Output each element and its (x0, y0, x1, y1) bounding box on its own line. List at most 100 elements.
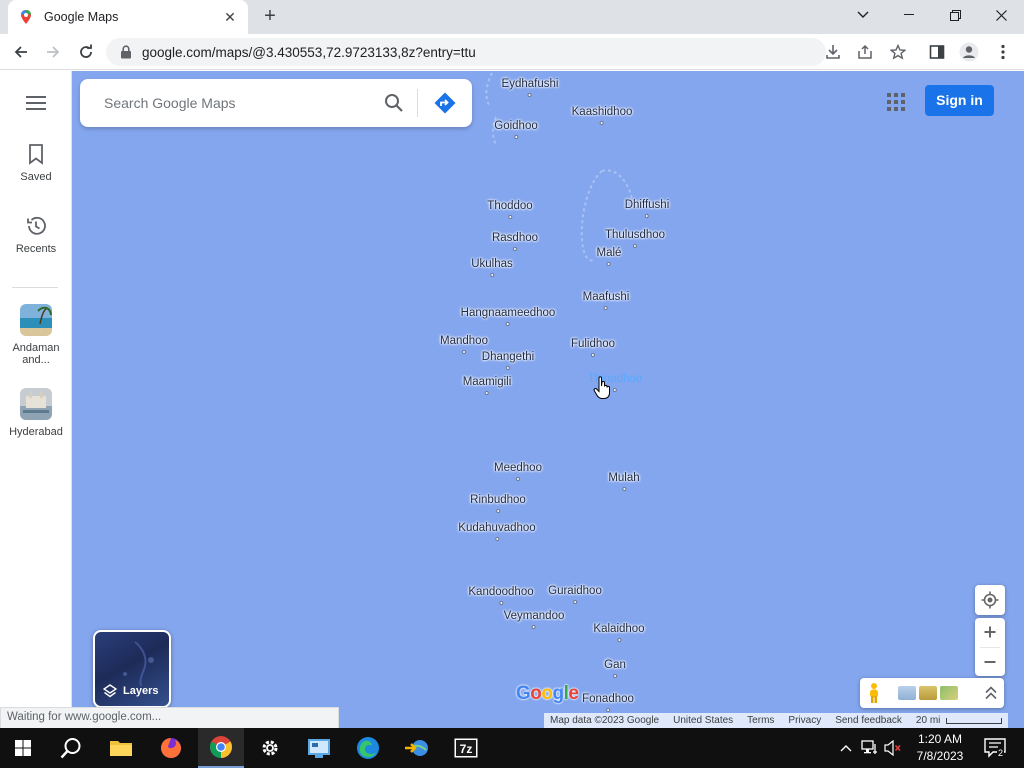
send-feedback-link[interactable]: Send feedback (835, 715, 902, 726)
side-panel-icon (929, 45, 945, 59)
taskbar-search-button[interactable] (48, 728, 94, 768)
my-location-button[interactable] (975, 585, 1005, 615)
settlement-dot (632, 244, 637, 248)
share-button[interactable] (852, 39, 878, 65)
browser-tab-strip: Google Maps ✕ + (0, 0, 1024, 34)
settlement-dot (506, 366, 510, 370)
map-data-credit: Map data ©2023 Google (550, 715, 660, 726)
taskbar-chrome[interactable] (198, 728, 244, 768)
place-label[interactable]: Maamigili (463, 376, 511, 395)
forward-button[interactable] (40, 39, 66, 65)
taskbar-clock[interactable]: 1:20 AM 7/8/2023 (900, 731, 980, 765)
network-icon (861, 740, 877, 754)
place-label[interactable]: Veymandoo (504, 610, 564, 629)
saved-button[interactable]: Saved (0, 143, 72, 183)
place-label[interactable]: Fulidhoo (571, 338, 615, 357)
place-label[interactable]: Dhangethi (482, 351, 534, 370)
place-label[interactable]: Goidhoo (494, 120, 538, 139)
imagery-thumbnail[interactable] (940, 686, 958, 700)
maps-side-rail: Saved Recents Andaman and... Hyderabad (0, 71, 72, 728)
firefox-icon (161, 738, 181, 758)
recents-label: Recents (15, 243, 57, 255)
layers-label-row: Layers (103, 684, 158, 698)
zoom-out-button[interactable] (975, 648, 1005, 677)
place-label[interactable]: Hangnaameedhoo (461, 307, 555, 326)
start-button[interactable] (0, 728, 46, 768)
pegman-icon[interactable] (866, 682, 882, 704)
back-button[interactable] (8, 39, 34, 65)
recent-place-andaman[interactable]: Andaman and... (0, 304, 72, 366)
place-label[interactable]: Rinbudhoo (470, 494, 526, 513)
bookmark-star-button[interactable] (885, 39, 911, 65)
chevron-up-icon[interactable] (985, 686, 997, 700)
place-label[interactable]: Malé (597, 247, 621, 266)
side-panel-button[interactable] (924, 39, 950, 65)
place-label[interactable]: Eydhafushi (502, 78, 558, 97)
taskbar-edge[interactable] (345, 728, 391, 768)
place-label[interactable]: Fonadhoo (582, 693, 634, 712)
google-apps-icon[interactable] (884, 90, 908, 114)
windows-logo-icon (15, 740, 31, 756)
place-label[interactable]: Thulusdhoo (605, 229, 665, 248)
taskbar-network-app[interactable] (394, 728, 440, 768)
notifications-button[interactable]: 2 (980, 728, 1010, 768)
my-location-icon (981, 591, 999, 609)
sign-in-button[interactable]: Sign in (925, 85, 994, 116)
place-label[interactable]: Guraidhoo (548, 585, 602, 604)
taskbar-firefox[interactable] (148, 728, 194, 768)
profile-button[interactable] (956, 39, 982, 65)
directions-button[interactable] (418, 79, 472, 127)
place-label[interactable]: Kudahuvadhoo (458, 522, 536, 541)
notification-count: 2 (997, 748, 1005, 758)
settlement-dot (603, 306, 608, 310)
chrome-menu-button[interactable] (990, 39, 1016, 65)
place-label[interactable]: Dhiffushi (625, 199, 669, 218)
search-button[interactable] (371, 79, 417, 127)
new-tab-button[interactable]: + (258, 5, 282, 29)
taskbar-control-panel[interactable] (296, 728, 342, 768)
imagery-thumbnail[interactable] (898, 686, 916, 700)
recent-place-hyderabad[interactable]: Hyderabad (0, 388, 72, 438)
taskbar-7zip[interactable]: 7z (443, 728, 489, 768)
network-status-button[interactable] (860, 728, 880, 768)
place-label[interactable]: Meedhoo (494, 462, 542, 481)
country-link[interactable]: United States (673, 715, 733, 726)
zoom-in-button[interactable] (975, 618, 1005, 647)
recents-button[interactable]: Recents (0, 215, 72, 255)
install-app-button[interactable] (820, 39, 846, 65)
place-label[interactable]: Rasdhoo (492, 232, 538, 251)
place-label[interactable]: Kandoodhoo (468, 586, 534, 605)
search-input[interactable] (80, 95, 371, 111)
settlement-dot (516, 477, 520, 481)
hamburger-menu-icon[interactable] (24, 93, 48, 113)
minimize-button[interactable] (886, 0, 932, 30)
taskbar-settings[interactable] (247, 728, 293, 768)
layers-button[interactable]: Layers (93, 630, 171, 708)
place-label[interactable]: Kalaidhoo (593, 623, 645, 642)
address-bar[interactable]: google.com/maps/@3.430553,72.9723133,8z?… (106, 38, 826, 66)
reload-icon (80, 44, 92, 58)
scale-label[interactable]: 20 mi (916, 715, 940, 726)
show-hidden-icons-button[interactable] (838, 728, 854, 768)
reload-button[interactable] (73, 39, 99, 65)
terms-link[interactable]: Terms (747, 715, 774, 726)
place-label[interactable]: Ukulhas (471, 258, 513, 277)
imagery-thumbnail[interactable] (919, 686, 937, 700)
place-label[interactable]: Maafushi (583, 291, 629, 310)
place-label[interactable]: Gan (604, 659, 626, 678)
tab-search-button[interactable] (840, 0, 886, 30)
map-canvas[interactable]: Eydhafushi Kaashidhoo Goidhoo Thoddoo Dh… (72, 71, 1024, 728)
tab-close-icon[interactable]: ✕ (222, 9, 238, 25)
gear-icon (262, 740, 278, 756)
place-label[interactable]: Kaashidhoo (572, 106, 632, 125)
settlement-dot (591, 353, 595, 357)
taskbar-file-explorer[interactable] (98, 728, 144, 768)
place-label[interactable]: Thoddoo (487, 200, 533, 219)
close-window-button[interactable] (978, 0, 1024, 30)
restore-button[interactable] (932, 0, 978, 30)
place-label[interactable]: Mulah (608, 472, 640, 491)
tab-title: Google Maps (44, 10, 119, 24)
privacy-link[interactable]: Privacy (788, 715, 821, 726)
place-label[interactable]: Mandhoo (440, 335, 488, 354)
browser-tab[interactable]: Google Maps ✕ (8, 0, 248, 34)
